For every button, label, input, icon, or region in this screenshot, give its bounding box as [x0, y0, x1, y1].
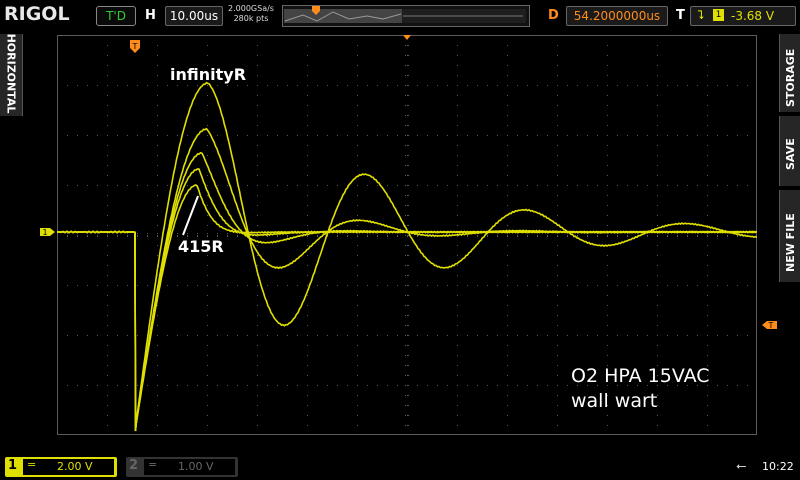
channel-2-coupling-icon: = — [148, 458, 158, 471]
channel-1-coupling-icon: = — [27, 458, 37, 471]
channel1-ground-marker[interactable]: 1 — [40, 228, 55, 237]
screen-markers: T 1 T — [40, 35, 777, 330]
trigger-time-marker: T — [130, 40, 140, 53]
415r-label: 415R — [178, 237, 224, 256]
channel-1-info: = 2.00 V — [23, 458, 114, 475]
channel-1-number: 1 — [8, 458, 18, 473]
infinityr-label: infinityR — [170, 65, 247, 84]
svg-text:T: T — [132, 42, 138, 51]
bottom-status-bar: 1 = 2.00 V 2 = 1.00 V ⭠ 10:22 — [0, 455, 800, 480]
channel-1-button[interactable]: 1 = 2.00 V — [5, 457, 117, 477]
svg-text:1: 1 — [42, 228, 47, 237]
trigger-level-marker[interactable]: T — [762, 321, 777, 330]
channel-2-scale: 1.00 V — [178, 460, 214, 473]
svg-text:T: T — [768, 321, 774, 330]
annotation-pointer — [182, 195, 199, 236]
usb-icon: ⭠ — [736, 459, 747, 474]
storage-button[interactable]: STORAGE — [779, 34, 800, 112]
channel-2-button[interactable]: 2 = 1.00 V — [126, 457, 238, 477]
right-softkey-menu: STORAGE SAVE NEW FILE — [779, 34, 800, 284]
new-file-button[interactable]: NEW FILE — [779, 190, 800, 282]
channel-2-info: = 1.00 V — [144, 458, 235, 475]
clock: 10:22 — [762, 460, 794, 473]
channel-1-scale: 2.00 V — [57, 460, 93, 473]
note-line-1: O2 HPA 15VAC — [571, 365, 710, 387]
note-line-2: wall wart — [571, 390, 658, 412]
save-button[interactable]: SAVE — [779, 116, 800, 186]
center-marker — [403, 35, 411, 40]
channel-2-number: 2 — [129, 458, 139, 473]
